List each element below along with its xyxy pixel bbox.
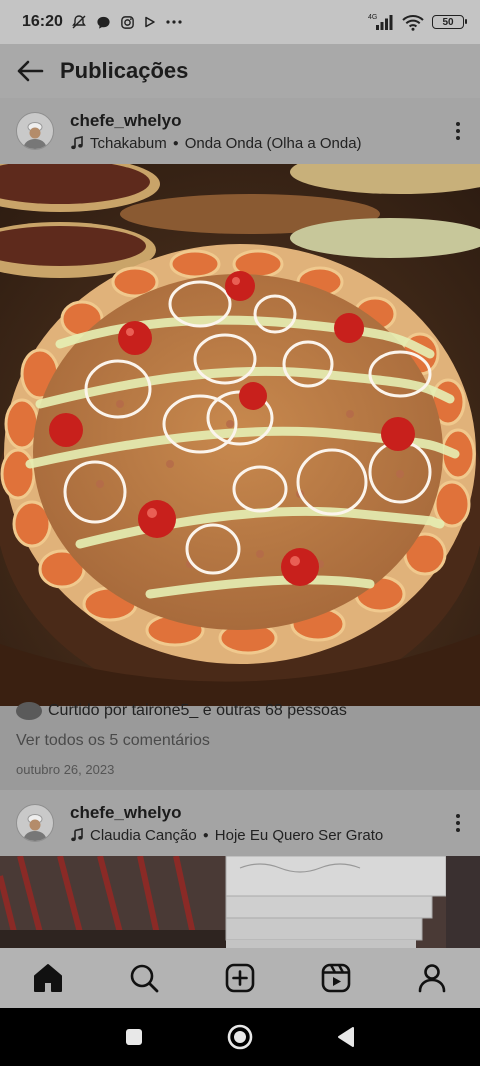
separator-dot: ● — [202, 829, 209, 841]
music-info[interactable]: Claudia Canção ● Hoje Eu Quero Ser Grato — [70, 827, 452, 844]
view-comments-link[interactable]: Ver todos os 5 comentários — [16, 732, 210, 750]
post-image[interactable] — [0, 856, 480, 948]
arrow-left-icon[interactable] — [16, 59, 44, 83]
chat-bubble-icon — [97, 16, 110, 29]
avatar[interactable] — [16, 804, 54, 842]
post-date: outubro 26, 2023 — [16, 762, 115, 777]
separator-dot: ● — [172, 137, 179, 149]
chef-avatar-icon — [23, 814, 47, 841]
status-bar: 16:20 4G 50 — [0, 0, 480, 44]
username[interactable]: chefe_whelyo — [70, 111, 452, 131]
avatar[interactable] — [16, 112, 54, 150]
wifi-icon — [402, 14, 424, 31]
more-options-icon[interactable] — [452, 814, 464, 832]
signal-icon: 4G — [368, 14, 393, 30]
recents-button[interactable] — [124, 1027, 144, 1047]
post-header: chefe_whelyo Tchakabum ● Onda Onda (Olha… — [0, 98, 480, 164]
pizza-boxes-photo — [0, 856, 480, 948]
username[interactable]: chefe_whelyo — [70, 803, 452, 823]
notification-icons — [71, 14, 183, 30]
post-image[interactable] — [0, 164, 480, 706]
music-artist: Tchakabum — [90, 134, 167, 152]
network-type: 4G — [368, 14, 377, 21]
page-title: Publicações — [60, 58, 189, 83]
profile-icon[interactable] — [408, 954, 456, 1002]
music-note-icon — [71, 136, 83, 150]
more-options-icon[interactable] — [452, 122, 464, 140]
instagram-icon — [121, 15, 134, 29]
home-button[interactable] — [226, 1023, 254, 1051]
search-icon[interactable] — [120, 954, 168, 1002]
likes-row[interactable]: Curtido por tairone5_ e outras 68 pessoa… — [16, 702, 347, 720]
status-right: 4G 50 — [368, 13, 467, 31]
music-artist: Claudia Canção — [90, 826, 197, 844]
reels-icon[interactable] — [312, 954, 360, 1002]
post-header: chefe_whelyo Claudia Canção ● Hoje Eu Qu… — [0, 790, 480, 856]
liker-avatar — [16, 702, 42, 720]
battery-level: 50 — [442, 16, 454, 28]
bottom-nav — [0, 948, 480, 1008]
music-info[interactable]: Tchakabum ● Onda Onda (Olha a Onda) — [70, 135, 452, 152]
post-meta: chefe_whelyo Claudia Canção ● Hoje Eu Qu… — [70, 803, 452, 844]
chef-avatar-icon — [23, 122, 47, 149]
music-title: Hoje Eu Quero Ser Grato — [214, 826, 384, 844]
top-app-bar: Publicações — [0, 44, 480, 98]
battery-icon: 50 — [432, 15, 467, 29]
home-icon[interactable] — [24, 954, 72, 1002]
status-time: 16:20 — [22, 13, 63, 30]
play-icon — [145, 16, 155, 28]
system-navigation-bar — [0, 1008, 480, 1066]
music-title: Onda Onda (Olha a Onda) — [184, 134, 362, 152]
post-meta: chefe_whelyo Tchakabum ● Onda Onda (Olha… — [70, 111, 452, 152]
music-note-icon — [71, 828, 83, 842]
likes-text: Curtido por tairone5_ e outras 68 pessoa… — [48, 702, 347, 719]
create-post-icon[interactable] — [216, 954, 264, 1002]
pizza-photo — [0, 164, 480, 706]
mute-icon — [72, 15, 86, 29]
back-button[interactable] — [336, 1026, 356, 1048]
more-dots-icon — [166, 20, 182, 24]
